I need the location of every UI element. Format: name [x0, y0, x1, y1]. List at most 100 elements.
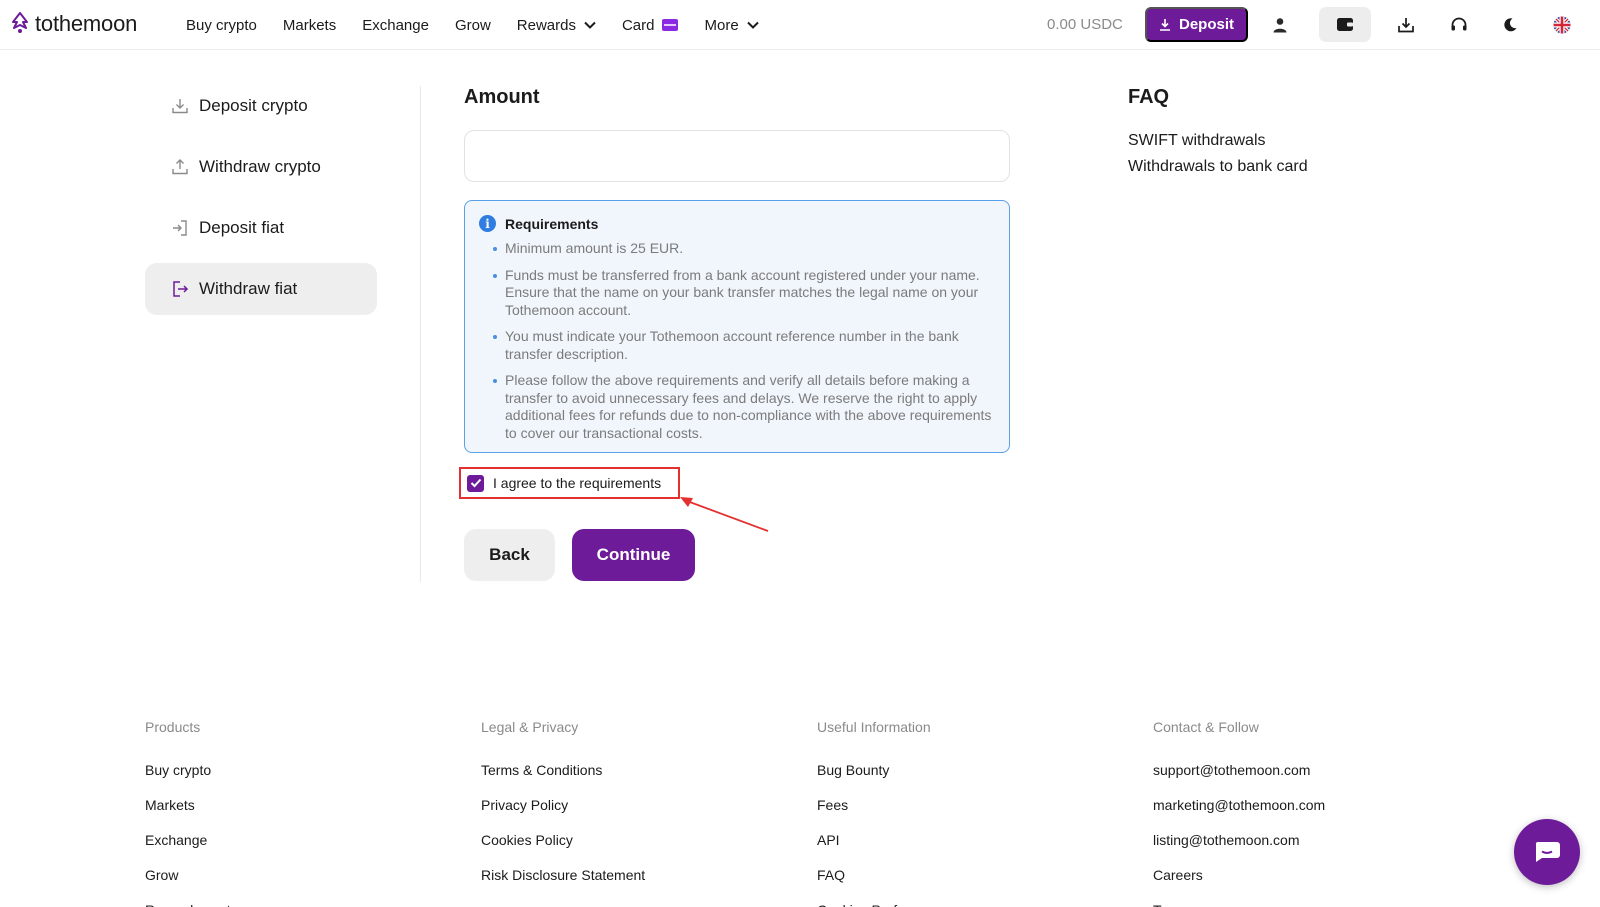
footer-heading: Products: [145, 719, 201, 735]
agree-label: I agree to the requirements: [493, 475, 662, 491]
footer-heading: Legal & Privacy: [481, 719, 579, 735]
uk-flag-icon: [1553, 16, 1571, 34]
nav-more[interactable]: More: [704, 16, 759, 34]
footer-link[interactable]: FAQ: [817, 858, 947, 893]
footer-link[interactable]: Buy crypto: [145, 753, 243, 788]
brand-logo[interactable]: tothemoon: [11, 11, 137, 37]
footer-link[interactable]: Risk Disclosure Statement: [481, 858, 645, 893]
footer-col-legal: Legal & Privacy Terms & Conditions Priva…: [481, 719, 645, 893]
requirement-item: You must indicate your Tothemoon account…: [479, 328, 995, 363]
amount-title: Amount: [464, 86, 540, 108]
faq-links: SWIFT withdrawals Withdrawals to bank ca…: [1128, 128, 1308, 180]
download-icon: [1159, 19, 1170, 31]
footer-link[interactable]: Cookies Preferences: [817, 893, 947, 907]
requirement-item: Funds must be transferred from a bank ac…: [479, 267, 995, 320]
requirement-item: Minimum amount is 25 EUR.: [479, 240, 995, 258]
footer-link[interactable]: Exchange: [145, 823, 243, 858]
deposit-label: Deposit: [1178, 16, 1234, 33]
wallet-sidebar: Deposit crypto Withdraw crypto Deposit f…: [145, 80, 377, 324]
sidebar-divider: [420, 86, 421, 582]
footer-link[interactable]: Bug Bounty: [817, 753, 947, 788]
amount-input[interactable]: [464, 130, 1010, 182]
requirements-panel: i Requirements Minimum amount is 25 EUR.…: [464, 200, 1010, 453]
sidebar-item-label: Deposit fiat: [199, 218, 285, 237]
nav-label: Buy crypto: [186, 16, 257, 34]
nav-label: Markets: [282, 16, 337, 34]
footer-link[interactable]: Terms & Conditions: [481, 753, 645, 788]
nav-label: Rewards: [516, 16, 576, 34]
language-selector[interactable]: [1549, 12, 1575, 38]
headset-icon: [1451, 17, 1467, 31]
nav-grow[interactable]: Grow: [455, 17, 491, 34]
footer-link[interactable]: Privacy Policy: [481, 788, 645, 823]
chat-widget-button[interactable]: [1514, 819, 1580, 885]
nav-markets[interactable]: Markets: [283, 17, 336, 34]
download-icon: [172, 99, 188, 114]
wallet-button[interactable]: [1319, 7, 1371, 42]
footer-heading: Useful Information: [817, 719, 931, 735]
logout-icon: [173, 281, 189, 297]
nav-card[interactable]: Card: [622, 17, 679, 34]
faq-link-swift[interactable]: SWIFT withdrawals: [1128, 128, 1308, 154]
faq-link-bank-card[interactable]: Withdrawals to bank card: [1128, 154, 1308, 180]
downloads-button[interactable]: [1393, 12, 1419, 38]
main-nav: Buy crypto Markets Exchange Grow Rewards…: [186, 0, 785, 50]
requirements-header: i Requirements: [479, 215, 995, 232]
wallet-icon: [1337, 18, 1353, 31]
faq-title: FAQ: [1128, 86, 1170, 108]
footer-link[interactable]: Cookies Policy: [481, 823, 645, 858]
footer-link[interactable]: Markets: [145, 788, 243, 823]
chevron-down-icon: [746, 21, 759, 29]
sidebar-item-deposit-fiat[interactable]: Deposit fiat: [145, 202, 377, 254]
nav-label: Exchange: [362, 16, 429, 34]
checkmark-icon: [470, 478, 481, 488]
footer-link[interactable]: listing@tothemoon.com: [1153, 823, 1325, 858]
chat-icon: [1535, 842, 1560, 862]
moon-icon: [1504, 18, 1517, 32]
footer-col-products: Products Buy crypto Markets Exchange Gro…: [145, 719, 243, 907]
nav-label: Grow: [454, 16, 491, 34]
nav-exchange[interactable]: Exchange: [362, 17, 429, 34]
footer-link[interactable]: Team: [1153, 893, 1325, 907]
footer-col-useful: Useful Information Bug Bounty Fees API F…: [817, 719, 947, 907]
profile-button[interactable]: [1267, 12, 1293, 38]
footer-link[interactable]: Careers: [1153, 858, 1325, 893]
brand-name: tothemoon: [35, 11, 138, 36]
deposit-button[interactable]: Deposit: [1145, 7, 1248, 42]
continue-button[interactable]: Continue: [572, 529, 695, 581]
nav-rewards[interactable]: Rewards: [517, 17, 596, 34]
sidebar-item-withdraw-crypto[interactable]: Withdraw crypto: [145, 141, 377, 193]
nav-label: More: [704, 16, 739, 34]
requirement-item: Please follow the above requirements and…: [479, 372, 995, 442]
requirements-list: Minimum amount is 25 EUR. Funds must be …: [479, 240, 995, 442]
top-navbar: tothemoon Buy crypto Markets Exchange Gr…: [0, 0, 1600, 50]
user-icon: [1273, 18, 1287, 33]
requirements-title: Requirements: [505, 215, 599, 232]
sidebar-item-label: Withdraw crypto: [199, 157, 321, 176]
back-button[interactable]: Back: [464, 529, 555, 581]
rocket-logo-icon: [12, 12, 28, 33]
footer-link[interactable]: Fees: [817, 788, 947, 823]
upload-icon: [172, 159, 188, 175]
agree-checkbox[interactable]: [467, 474, 484, 492]
nav-buy-crypto[interactable]: Buy crypto: [186, 17, 257, 34]
footer-link[interactable]: Rewards center: [145, 893, 243, 907]
footer-heading: Contact & Follow: [1153, 719, 1259, 735]
sidebar-item-label: Withdraw fiat: [199, 279, 298, 298]
chevron-down-icon: [584, 21, 596, 29]
agree-checkbox-row[interactable]: I agree to the requirements: [459, 467, 680, 499]
sidebar-item-label: Deposit crypto: [199, 96, 308, 115]
sidebar-item-withdraw-fiat[interactable]: Withdraw fiat: [145, 263, 377, 315]
sidebar-item-deposit-crypto[interactable]: Deposit crypto: [145, 80, 377, 132]
footer-link[interactable]: API: [817, 823, 947, 858]
card-icon: [662, 19, 679, 31]
balance-display: 0.00 USDC: [1047, 16, 1123, 33]
footer-link[interactable]: Grow: [145, 858, 243, 893]
footer-link[interactable]: marketing@tothemoon.com: [1153, 788, 1325, 823]
support-button[interactable]: [1446, 12, 1472, 38]
info-icon: i: [479, 215, 496, 232]
login-icon: [173, 220, 187, 236]
theme-toggle[interactable]: [1497, 12, 1523, 38]
nav-label: Card: [621, 16, 655, 34]
footer-link[interactable]: support@tothemoon.com: [1153, 753, 1325, 788]
